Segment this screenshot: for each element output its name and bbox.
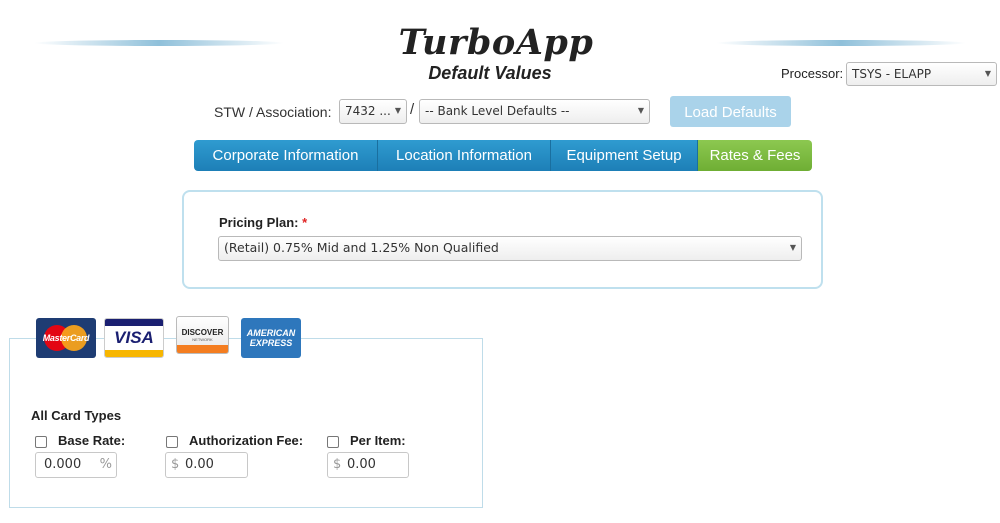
processor-select-value: TSYS - ELAPP [852,67,932,81]
association-select-value: -- Bank Level Defaults -- [425,104,570,118]
chevron-down-icon: ▼ [637,106,644,115]
dollar-prefix: $ [333,457,342,472]
discover-network-text: NETWORK [192,337,213,342]
tab-rates-and-fees[interactable]: Rates & Fees [698,140,812,171]
base-rate-input[interactable]: 0.000 % [35,452,117,478]
dollar-prefix: $ [171,457,180,472]
authorization-fee-value: 0.00 [185,457,214,472]
page-subtitle: Default Values [428,63,552,83]
load-defaults-button[interactable]: Load Defaults [670,96,791,127]
amex-logo-line1: AMERICAN [246,328,296,338]
stw-select-value: 7432 ... [345,104,391,118]
discover-orange-band [177,345,228,353]
discover-logo-text: DISCOVER [181,328,224,337]
visa-top-band [105,319,163,326]
association-select[interactable]: -- Bank Level Defaults -- ▼ [419,99,650,124]
stw-association-label: STW / Association: [214,104,332,120]
stw-separator: / [410,101,415,118]
visa-logo[interactable]: VISA [104,318,164,358]
app-title: TurboApp [398,22,594,63]
base-rate-value: 0.000 [44,457,82,472]
card-rates-panel [9,338,483,508]
tab-equipment-setup[interactable]: Equipment Setup [551,140,698,171]
all-card-types-heading: All Card Types [31,408,122,423]
processor-label: Processor: [781,66,844,81]
processor-select[interactable]: TSYS - ELAPP ▼ [846,62,997,86]
per-item-input[interactable]: $ 0.00 [327,452,409,478]
authorization-fee-label: Authorization Fee: [189,433,304,448]
american-express-logo[interactable]: AMERICAN EXPRESS [241,318,301,358]
required-marker: * [302,215,308,230]
discover-logo[interactable]: DISCOVER NETWORK [176,316,229,354]
visa-logo-text: VISA [114,328,154,347]
header-swoosh-right [716,40,966,46]
pricing-plan-label-text: Pricing Plan: [219,215,299,230]
visa-bottom-band [105,350,163,357]
header-swoosh-left [34,40,284,46]
authorization-fee-input[interactable]: $ 0.00 [165,452,248,478]
pricing-plan-select[interactable]: (Retail) 0.75% Mid and 1.25% Non Qualifi… [218,236,802,261]
pricing-plan-select-value: (Retail) 0.75% Mid and 1.25% Non Qualifi… [224,240,499,255]
tab-location-information[interactable]: Location Information [378,140,551,171]
mastercard-logo-text: MasterCard [42,333,90,343]
per-item-checkbox[interactable] [327,436,339,448]
mastercard-logo[interactable]: MasterCard [36,318,96,358]
amex-logo-line2: EXPRESS [249,338,293,348]
chevron-down-icon: ▼ [789,243,796,252]
per-item-label: Per Item: [350,433,406,448]
stw-select[interactable]: 7432 ... ▼ [339,99,407,124]
chevron-down-icon: ▼ [984,69,991,78]
chevron-down-icon: ▼ [394,106,401,115]
base-rate-label: Base Rate: [58,433,126,448]
tab-corporate-information[interactable]: Corporate Information [194,140,378,171]
authorization-fee-checkbox[interactable] [166,436,178,448]
percent-suffix: % [99,457,112,472]
pricing-plan-label: Pricing Plan: * [219,215,307,230]
base-rate-checkbox[interactable] [35,436,47,448]
tab-bar: Corporate Information Location Informati… [194,140,812,171]
per-item-value: 0.00 [347,457,376,472]
